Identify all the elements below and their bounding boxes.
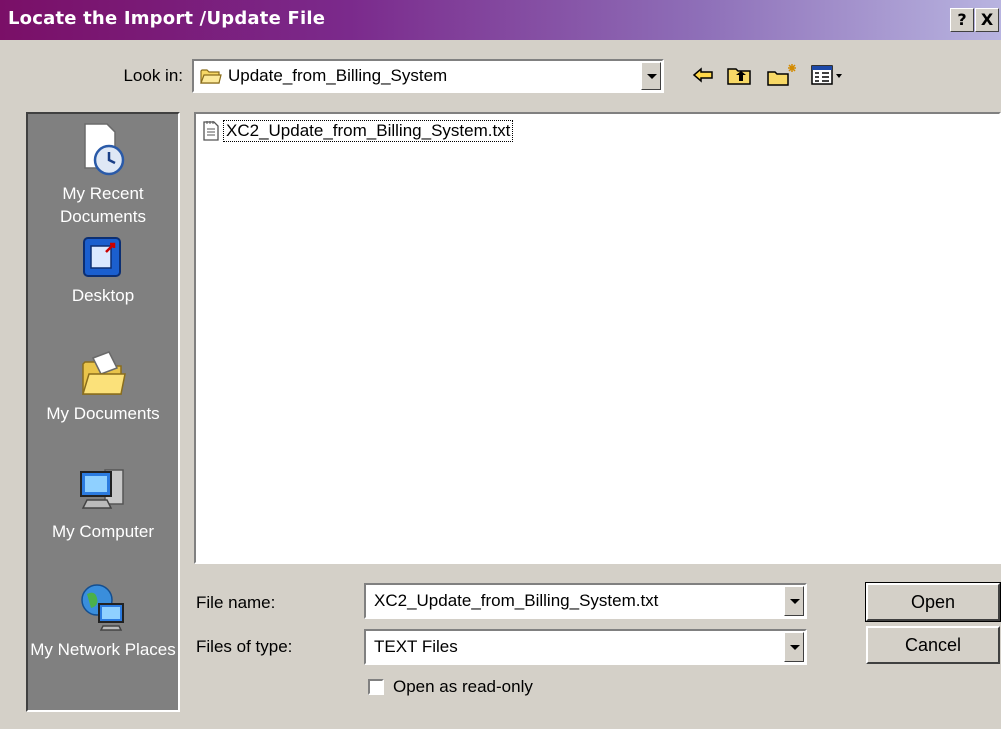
file-list[interactable]: XC2_Update_from_Billing_System.txt xyxy=(194,112,1001,564)
files-of-type-dropdown-arrow[interactable] xyxy=(784,632,804,662)
text-file-icon xyxy=(203,121,219,141)
files-of-type-label: Files of type: xyxy=(196,637,293,656)
place-desktop[interactable]: Desktop xyxy=(28,234,178,307)
files-of-type-value: TEXT Files xyxy=(374,637,458,656)
read-only-label: Open as read-only xyxy=(393,677,533,696)
place-my-computer[interactable]: My Computer xyxy=(28,462,178,543)
folder-icon xyxy=(200,69,222,84)
help-button[interactable]: ? xyxy=(950,8,974,32)
read-only-checkbox[interactable] xyxy=(368,679,384,695)
file-name-label: File name: xyxy=(196,593,276,612)
desktop-icon xyxy=(83,237,121,277)
view-menu-icon[interactable] xyxy=(810,62,844,88)
up-one-level-icon[interactable] xyxy=(726,62,752,88)
place-my-network-places[interactable]: My Network Places xyxy=(28,580,178,661)
place-label: My Computer xyxy=(51,522,155,541)
look-in-label: Look in: xyxy=(123,66,183,85)
title-bar[interactable]: Locate the Import /Update File ? X xyxy=(0,0,1001,40)
file-name-dropdown-arrow[interactable] xyxy=(784,586,804,616)
look-in-dropdown[interactable]: Update_from_Billing_System xyxy=(192,59,664,93)
file-name: XC2_Update_from_Billing_System.txt xyxy=(223,120,514,142)
place-my-recent-documents[interactable]: My Recent Documents xyxy=(28,120,178,228)
back-arrow-icon[interactable] xyxy=(690,62,716,88)
network-places-icon xyxy=(81,584,124,631)
open-file-dialog: Locate the Import /Update File ? X Look … xyxy=(0,0,1001,729)
my-documents-icon xyxy=(81,351,126,395)
window-title: Locate the Import /Update File xyxy=(8,8,326,29)
file-name-input[interactable]: XC2_Update_from_Billing_System.txt xyxy=(364,583,807,619)
place-label: Desktop xyxy=(71,286,135,305)
recent-documents-icon xyxy=(84,123,125,176)
open-button[interactable]: Open xyxy=(865,582,1001,622)
file-list-item[interactable]: XC2_Update_from_Billing_System.txt xyxy=(202,120,514,142)
places-bar: My Recent Documents Desktop My Documents xyxy=(26,112,180,712)
files-of-type-dropdown[interactable]: TEXT Files xyxy=(364,629,807,665)
place-label: My Documents xyxy=(46,404,160,423)
my-computer-icon xyxy=(80,469,124,509)
place-label: My Network Places xyxy=(30,640,176,659)
place-label: My Recent Documents xyxy=(60,184,146,226)
file-name-value: XC2_Update_from_Billing_System.txt xyxy=(374,591,659,610)
new-folder-icon[interactable] xyxy=(766,62,798,88)
look-in-value: Update_from_Billing_System xyxy=(228,66,448,85)
cancel-button[interactable]: Cancel xyxy=(866,626,1000,664)
look-in-dropdown-arrow[interactable] xyxy=(641,62,661,90)
place-my-documents[interactable]: My Documents xyxy=(28,350,178,425)
close-button[interactable]: X xyxy=(975,8,999,32)
